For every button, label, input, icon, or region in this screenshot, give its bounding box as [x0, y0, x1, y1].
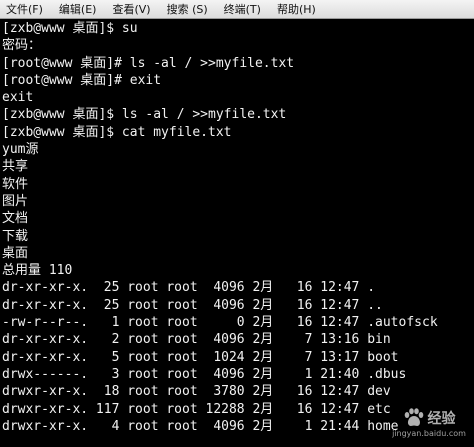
terminal-line: dr-xr-xr-x. 25 root root 4096 2月 16 12:4… [2, 280, 376, 296]
terminal-line: 下载 [2, 228, 29, 244]
terminal-line: 软件 [2, 176, 29, 192]
menu-file[interactable]: 文件(F) [0, 1, 53, 17]
terminal-line: dr-xr-xr-x. 2 root root 4096 2月 7 13:16 … [2, 332, 391, 348]
terminal-line: 总用量 110 [2, 263, 73, 279]
menu-view[interactable]: 查看(V) [106, 1, 160, 17]
menu-bar: 文件(F) 编辑(E) 查看(V) 搜索 (S) 终端(T) 帮助(H) [0, 0, 474, 19]
terminal-line: [zxb@www 桌面]$ su [2, 21, 138, 36]
menu-edit[interactable]: 编辑(E) [53, 1, 107, 17]
watermark-text: 经验 [427, 411, 456, 427]
terminal-line: 图片 [2, 193, 29, 209]
menu-help[interactable]: 帮助(H) [271, 1, 326, 17]
terminal-output[interactable]: [zxb@www 桌面]$ su 密码： [root@www 桌面]# ls -al… [2, 20, 474, 447]
terminal-line: [root@www 桌面]# exit [2, 72, 162, 88]
terminal-line: 密码： [2, 38, 42, 54]
terminal-line: yum源 [2, 142, 39, 158]
terminal-line: 文档 [2, 211, 29, 227]
paw-logo-icon [404, 408, 423, 426]
terminal-line: dr-xr-xr-x. 5 root root 1024 2月 7 13:17 … [2, 349, 399, 365]
terminal-line: drwxr-xr-x. 18 root root 3780 2月 16 12:4… [2, 384, 391, 400]
terminal-line: [zxb@www 桌面]$ cat myfile.txt [2, 124, 232, 140]
terminal-line: [zxb@www 桌面]$ ls -al / >>myfile.txt [2, 107, 287, 123]
terminal-line: [root@www 桌面]# ls -al / >>myfile.txt [2, 55, 295, 71]
terminal-line: 桌面 [2, 245, 29, 261]
baidu-jingyan-watermark: 经验 jingyan.baidu.com [390, 402, 468, 444]
terminal-line: drwx------. 3 root root 4096 2月 1 21:40 … [2, 366, 407, 382]
terminal-line: exit [2, 90, 34, 106]
menu-terminal[interactable]: 终端(T) [218, 1, 271, 17]
terminal-line: dr-xr-xr-x. 25 root root 4096 2月 16 12:4… [2, 297, 383, 313]
watermark-url: jingyan.baidu.com [392, 429, 466, 438]
terminal-line: 共享 [2, 159, 29, 175]
terminal-line: -rw-r--r--. 1 root root 0 2月 16 12:47 .a… [2, 315, 438, 331]
menu-search[interactable]: 搜索 (S) [161, 1, 218, 17]
